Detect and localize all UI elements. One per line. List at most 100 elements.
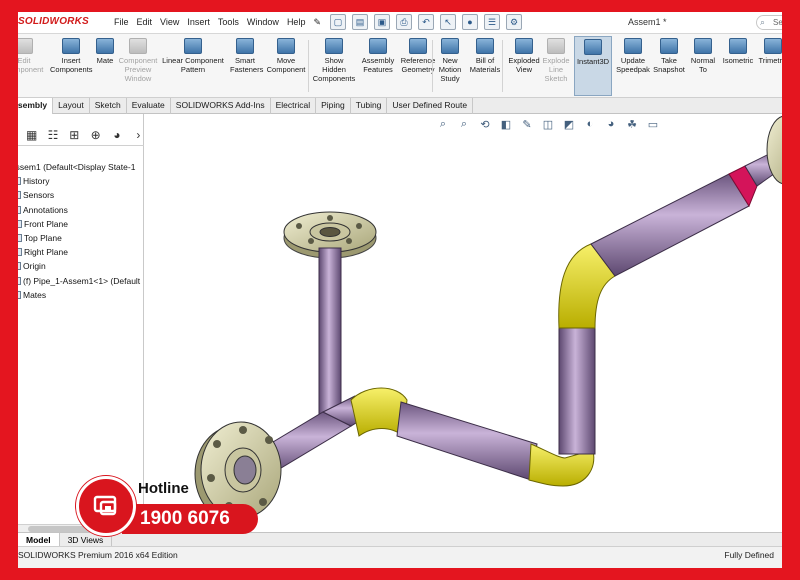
dynamic-annotation-icon[interactable]: ✎	[519, 118, 535, 131]
hide-show-items-icon[interactable]: ◐	[582, 118, 598, 131]
configuration-manager-tab-icon[interactable]: ⊞	[69, 127, 80, 143]
ribbon-button-smart-fasteners[interactable]: Smart Fasteners	[230, 36, 263, 96]
ribbon-button-label: Normal To	[690, 56, 716, 74]
ribbon-button-take-snapshot[interactable]: Take Snapshot	[652, 36, 686, 96]
ribbon-button-exploded-view[interactable]: Exploded View	[506, 36, 542, 96]
menu-insert[interactable]: Insert	[187, 17, 210, 28]
pin-icon[interactable]: ✎	[313, 17, 321, 28]
undo-icon[interactable]: ↶	[418, 14, 434, 30]
solidworks-logo: SOLIDWORKS	[18, 16, 89, 27]
menu-bar: File Edit View Insert Tools Window Help …	[114, 17, 321, 28]
ribbon-button-edit-component[interactable]: Edit Component	[18, 36, 44, 96]
ribbon-button-label: Mate	[96, 56, 114, 65]
ribbon-button-bill-of-materials[interactable]: Bill of Materials	[466, 36, 504, 96]
tree-item-label: (f) Pipe_1-Assem1<1> (Default	[23, 275, 141, 286]
hotline-logo-icon	[76, 476, 136, 536]
tab-model[interactable]: Model	[18, 533, 60, 546]
tree-item-label: Assem1 (Default<Display State-1	[18, 162, 136, 173]
ribbon-button-label: Insert Components	[50, 56, 93, 74]
tree-item[interactable]: Origin	[18, 259, 144, 273]
previous-view-icon[interactable]: ⟲	[477, 118, 493, 131]
menu-help[interactable]: Help	[287, 17, 306, 28]
tab-user-defined-route[interactable]: User Defined Route	[387, 98, 474, 114]
menu-tools[interactable]: Tools	[218, 17, 239, 28]
ribbon-separator	[432, 40, 433, 92]
ribbon-button-linear-component-pattern[interactable]: Linear Component Pattern	[160, 36, 226, 96]
ribbon-button-label: Edit Component	[18, 56, 44, 74]
reference-geometry-icon	[409, 38, 427, 54]
zoom-to-area-icon[interactable]: ⌕	[456, 118, 472, 131]
tree-node-icon	[18, 191, 21, 200]
ribbon-button-mate[interactable]: Mate	[94, 36, 116, 96]
tab-layout[interactable]: Layout	[53, 98, 90, 114]
tree-node-icon	[18, 234, 22, 243]
ribbon-button-move-component[interactable]: Move Component	[264, 36, 308, 96]
vertical-branch-pipe	[318, 247, 342, 425]
tree-item[interactable]: Mates	[18, 288, 144, 302]
ribbon-button-insert-components[interactable]: Insert Components	[50, 36, 93, 96]
edit-appearance-icon[interactable]: ◕	[603, 118, 619, 131]
panel-expand-chevron-icon[interactable]: ›	[133, 127, 144, 143]
display-style-icon[interactable]: ◩	[561, 118, 577, 131]
section-view-icon[interactable]: ◧	[498, 118, 514, 131]
tree-item[interactable]: Annotations	[18, 203, 144, 217]
update-speedpak-icon	[624, 38, 642, 54]
ribbon-button-assembly-features[interactable]: Assembly Features	[360, 36, 396, 96]
view-orientation-icon[interactable]: ◫	[540, 118, 556, 131]
ribbon-button-new-motion-study[interactable]: New Motion Study	[436, 36, 464, 96]
tab-piping[interactable]: Piping	[316, 98, 351, 114]
tree-item[interactable]: Right Plane	[18, 245, 144, 259]
tab-solidworks-add-ins[interactable]: SOLIDWORKS Add-Ins	[171, 98, 271, 114]
apply-scene-icon[interactable]: ☘	[624, 118, 640, 131]
tree-item[interactable]: Assem1 (Default<Display State-1	[18, 160, 144, 174]
dimxpert-tab-icon[interactable]: ⊕	[90, 127, 101, 143]
new-document-icon[interactable]: ▢	[330, 14, 346, 30]
tab-evaluate[interactable]: Evaluate	[127, 98, 171, 114]
tab-assembly[interactable]: Assembly	[18, 98, 54, 114]
command-tabs: AssemblyLayoutSketchEvaluateSOLIDWORKS A…	[18, 98, 782, 114]
tab-tubing[interactable]: Tubing	[351, 98, 388, 114]
select-icon[interactable]: ↖	[440, 14, 456, 30]
menu-window[interactable]: Window	[247, 17, 279, 28]
options-gear-icon[interactable]: ⚙	[506, 14, 522, 30]
tree-item[interactable]: Front Plane	[18, 217, 144, 231]
ribbon-button-update-speedpak[interactable]: Update Speedpak	[614, 36, 652, 96]
hotline-badge[interactable]: 1900 6076 Hotline	[76, 474, 262, 536]
tree-item[interactable]: (f) Pipe_1-Assem1<1> (Default	[18, 274, 144, 288]
save-icon[interactable]: ▣	[374, 14, 390, 30]
search-icon: ⌕	[760, 17, 766, 27]
feature-manager-tab-icon[interactable]: ▦	[26, 127, 37, 143]
ribbon-button-component-preview-window[interactable]: Component Preview Window	[118, 36, 158, 96]
ribbon-button-show-hidden-components[interactable]: Show Hidden Components	[312, 36, 356, 96]
hotline-label: Hotline	[138, 480, 189, 497]
heads-up-view-toolbar: ⌕ ⌕ ⟲ ◧ ✎ ◫ ◩ ◐ ◕ ☘ ▭	[435, 118, 661, 131]
tree-item[interactable]: Top Plane	[18, 231, 144, 245]
display-manager-tab-icon[interactable]: ◕	[111, 127, 122, 143]
menu-file[interactable]: File	[114, 17, 129, 28]
hotline-number[interactable]: 1900 6076	[122, 504, 258, 534]
ribbon-button-isometric[interactable]: Isometric	[720, 36, 756, 96]
ribbon-button-trimetric[interactable]: Trimetric	[758, 36, 782, 96]
ribbon-button-explode-line-sketch[interactable]: Explode Line Sketch	[540, 36, 572, 96]
smart-fasteners-icon	[236, 38, 254, 54]
print-icon[interactable]: ⎙	[396, 14, 412, 30]
tree-node-icon	[18, 276, 21, 285]
open-icon[interactable]: ▤	[352, 14, 368, 30]
ribbon-button-label: Take Snapshot	[653, 56, 685, 74]
edition-text: SOLIDWORKS Premium 2016 x64 Edition	[18, 550, 178, 560]
rebuild-icon[interactable]: ●	[462, 14, 478, 30]
property-manager-tab-icon[interactable]: ☷	[47, 127, 59, 143]
ribbon-button-instant3d[interactable]: Instant3D	[574, 36, 612, 96]
view-settings-icon[interactable]: ▭	[645, 118, 661, 131]
ribbon-button-normal-to[interactable]: Normal To	[688, 36, 718, 96]
tree-item[interactable]: Sensors	[18, 188, 144, 202]
search-input[interactable]: ⌕ Se	[756, 15, 782, 30]
tab-electrical[interactable]: Electrical	[271, 98, 317, 114]
file-properties-icon[interactable]: ☰	[484, 14, 500, 30]
instant3d-icon	[584, 39, 602, 55]
menu-edit[interactable]: Edit	[137, 17, 153, 28]
tab-sketch[interactable]: Sketch	[90, 98, 127, 114]
tree-item[interactable]: History	[18, 174, 144, 188]
menu-view[interactable]: View	[160, 17, 179, 28]
zoom-to-fit-icon[interactable]: ⌕	[435, 118, 451, 131]
